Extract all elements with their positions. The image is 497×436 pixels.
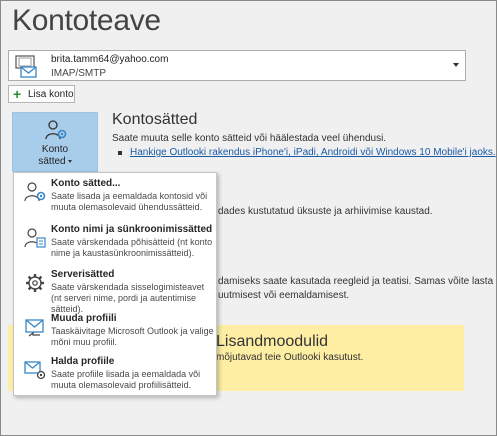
manage-profiles-icon [24,361,46,380]
account-settings-description: Saate muuta selle konto sätteid või hääl… [112,133,387,144]
mailbox-cleanup-text: dades kustutatud üksuste ja arhiivimise … [218,206,433,217]
chevron-down-icon[interactable] [453,63,459,67]
account-settings-title: Kontosätted [112,111,198,128]
menu-item-account-settings[interactable]: Konto sätted... Saate lisada ja eemaldad… [14,175,216,219]
addins-title: Lisandmoodulid [216,333,329,350]
menu-item-description: Saate lisada ja eemaldada kontosid või m… [51,191,208,212]
account-settings-label-line1: Konto [41,144,69,155]
server-settings-gear-icon [26,274,44,292]
menu-item-title: Muuda profiili [51,313,117,324]
plus-icon: + [13,86,22,102]
menu-item-title: Konto sätted... [51,178,121,189]
account-settings-icon [24,182,46,202]
bullet-icon [118,151,122,155]
rules-alerts-text-2: uutmisest või eemaldamisest. [218,290,350,301]
addins-description: mõjutavad teie Outlooki kasutust. [216,352,364,363]
menu-item-change-profile[interactable]: Muuda profiili Taaskäivitage Microsoft O… [14,310,216,354]
menu-item-title: Halda profiile [51,356,115,367]
user-gear-icon [45,120,67,140]
menu-item-server-settings[interactable]: Serverisätted Saate värskendada sisselog… [14,266,216,314]
add-account-button[interactable]: + Lisa konto [8,85,75,103]
caret-down-icon [67,159,72,163]
account-type: IMAP/SMTP [51,68,107,79]
menu-item-description: Saate profiile lisada ja eemaldada või m… [51,369,201,390]
menu-item-manage-profiles[interactable]: Halda profiile Saate profiile lisada ja … [14,353,216,397]
menu-item-title: Konto nimi ja sünkroonimissätted [51,224,213,235]
page-title: Kontoteave [12,4,161,37]
menu-item-description: Saate värskendada põhisätteid (nt konto … [51,237,213,258]
add-account-label: Lisa konto [28,89,74,100]
account-name-sync-icon [24,228,46,248]
rules-alerts-text-1: damiseks saate kasutada reegleid ja teat… [218,276,494,287]
change-profile-icon [25,319,44,337]
account-selector[interactable]: brita.tamm64@yahoo.com IMAP/SMTP [8,50,466,81]
menu-item-title: Serverisätted [51,269,115,280]
outlook-mobile-link[interactable]: Hankige Outlooki rakendus iPhone'i, iPad… [130,147,496,158]
email-account-icon [15,55,37,78]
menu-item-description: Taaskäivitage Microsoft Outlook ja valig… [51,326,214,347]
account-settings-label-line2: sätted [13,156,97,167]
account-settings-menu: Konto sätted... Saate lisada ja eemaldad… [13,172,217,396]
menu-item-name-sync[interactable]: Konto nimi ja sünkroonimissätted Saate v… [14,221,216,265]
account-email: brita.tamm64@yahoo.com [51,54,169,65]
account-settings-button[interactable]: Konto sätted [12,112,98,172]
